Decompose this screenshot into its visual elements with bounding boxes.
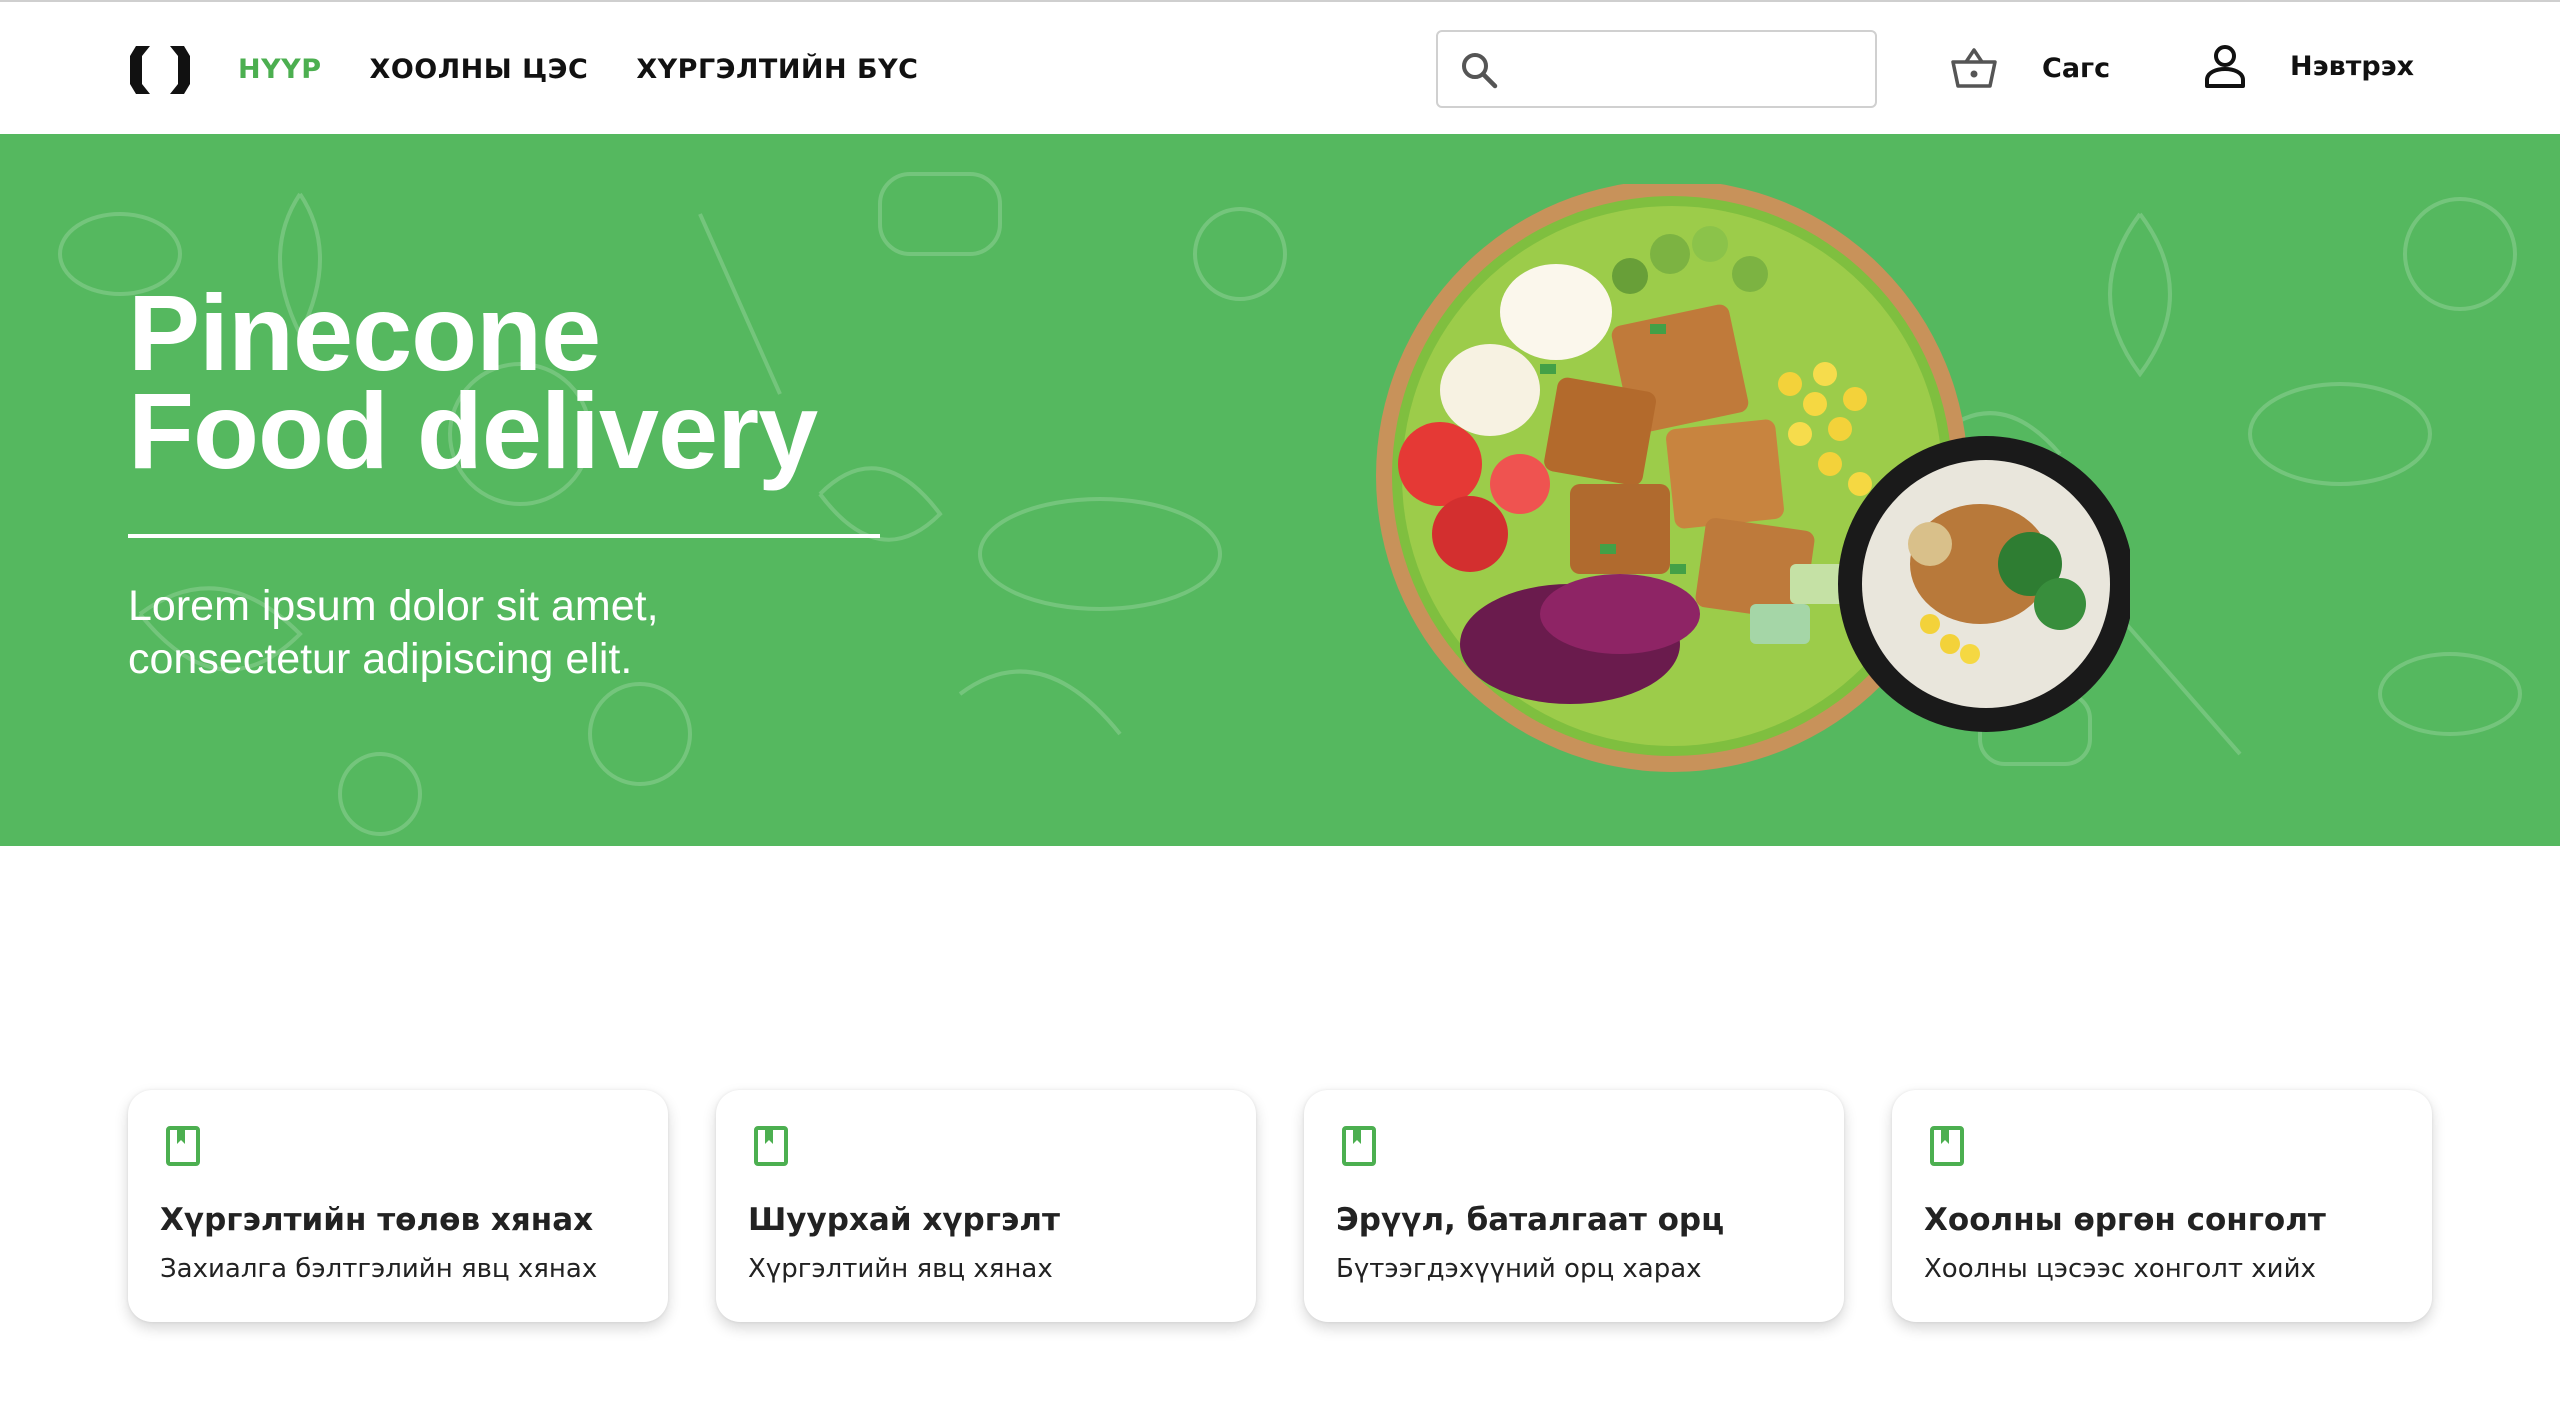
search-box[interactable] (1436, 30, 1877, 108)
basket-icon (1951, 48, 1997, 88)
user-icon (2205, 45, 2245, 88)
feature-cards: Хүргэлтийн төлөв хянах Захиалга бэлтгэли… (128, 1090, 2432, 1322)
hero-subtitle-line1: Lorem ipsum dolor sit amet, (128, 582, 659, 630)
feature-card-healthy[interactable]: Эрүүл, баталгаат орц Бүтээгдэхүүний орц … (1304, 1090, 1844, 1322)
search-icon (1462, 53, 1498, 89)
book-icon (166, 1126, 200, 1166)
hero-title-line1: Pinecone (128, 272, 601, 393)
brackets-logo-icon[interactable] (128, 42, 192, 98)
feature-card-description: Хоолны цэсээс хонголт хийх (1924, 1254, 2316, 1284)
feature-card-title: Хоолны өргөн сонголт (1924, 1202, 2326, 1238)
book-icon (1930, 1126, 1964, 1166)
main-nav: НҮҮР ХООЛНЫ ЦЭС ХҮРГЭЛТИЙН БҮС (238, 54, 918, 85)
hero-title-line2: Food delivery (128, 370, 818, 491)
nav-delivery-area[interactable]: ХҮРГЭЛТИЙН БҮС (636, 54, 918, 85)
feature-card-description: Хүргэлтийн явц хянах (748, 1254, 1053, 1284)
book-icon (1342, 1126, 1376, 1166)
hero-divider (128, 534, 880, 538)
cart-label: Сагс (2042, 52, 2111, 84)
hero-subtitle: Lorem ipsum dolor sit amet, consectetur … (128, 580, 848, 686)
login-label: Нэвтрэх (2290, 50, 2415, 82)
food-bowls-image (1376, 184, 2130, 772)
hero-banner: Pinecone Food delivery Lorem ipsum dolor… (0, 134, 2560, 846)
feature-card-description: Захиалга бэлтгэлийн явц хянах (160, 1254, 598, 1284)
feature-card-title: Эрүүл, баталгаат орц (1336, 1202, 1725, 1238)
hero-title: Pinecone Food delivery (128, 272, 818, 491)
cart-button[interactable]: Сагс (1950, 46, 2110, 90)
feature-card-wide-choice[interactable]: Хоолны өргөн сонголт Хоолны цэсээс хонго… (1892, 1090, 2432, 1322)
feature-card-tracking[interactable]: Хүргэлтийн төлөв хянах Захиалга бэлтгэли… (128, 1090, 668, 1322)
feature-card-description: Бүтээгдэхүүний орц харах (1336, 1254, 1702, 1284)
site-header: НҮҮР ХООЛНЫ ЦЭС ХҮРГЭЛТИЙН БҮС Сагс Нэвт… (0, 2, 2560, 134)
search-input[interactable] (1514, 44, 1854, 94)
login-button[interactable]: Нэвтрэх (2204, 44, 2414, 88)
book-icon (754, 1126, 788, 1166)
nav-menu[interactable]: ХООЛНЫ ЦЭС (370, 54, 589, 85)
feature-card-fast-delivery[interactable]: Шуурхай хүргэлт Хүргэлтийн явц хянах (716, 1090, 1256, 1322)
hero-subtitle-line2: consectetur adipiscing elit. (128, 635, 633, 683)
nav-home[interactable]: НҮҮР (238, 54, 322, 85)
feature-card-title: Хүргэлтийн төлөв хянах (160, 1202, 594, 1238)
feature-card-title: Шуурхай хүргэлт (748, 1202, 1060, 1238)
